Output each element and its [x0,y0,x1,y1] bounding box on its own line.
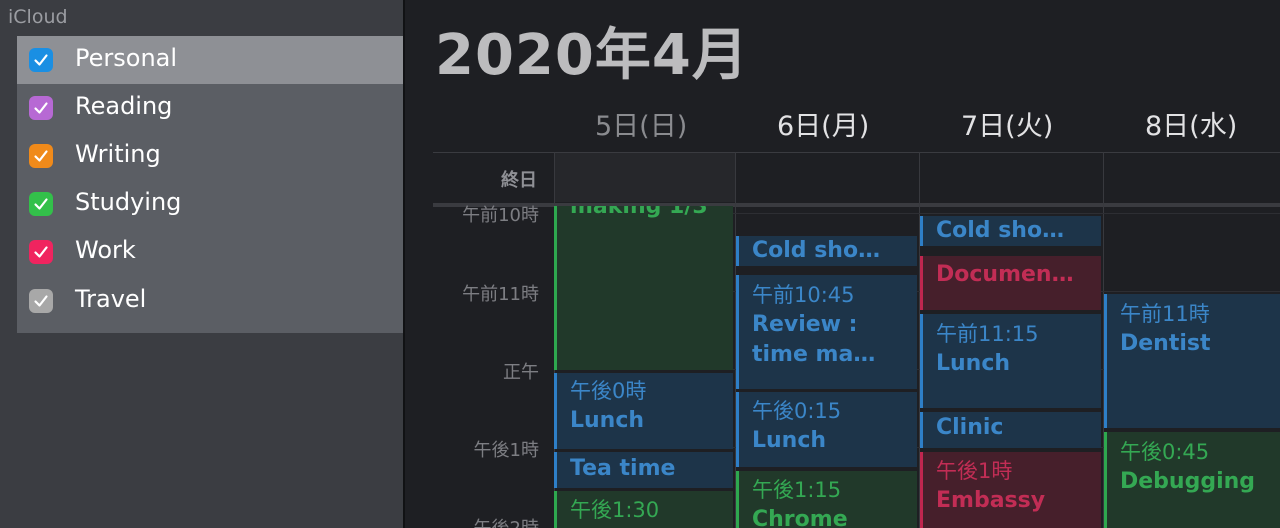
event-title: Lunch [570,408,645,433]
checkbox-checked-icon[interactable] [29,96,53,120]
month-title: 2020年4月 [435,23,749,88]
event-title: Chrome [752,507,848,528]
day-header-mon[interactable]: 6日(月) [777,104,869,143]
hour-label: 午後2時 [405,514,539,528]
event-block[interactable]: making 1/3 [554,206,733,370]
event-time: 午前11:15 [936,322,1039,346]
event-title: Tea time [570,456,676,481]
checkbox-checked-icon[interactable] [29,192,53,216]
checkbox-checked-icon[interactable] [29,144,53,168]
event-title-line2: time ma… [752,342,876,367]
calendar-item-reading[interactable]: Reading [17,84,403,132]
event-block[interactable]: 午前11時 Dentist [1104,294,1280,428]
calendar-item-label: Work [75,236,136,264]
calendar-item-label: Studying [75,188,182,216]
calendar-item-label: Writing [75,140,161,168]
event-title: Documen… [936,262,1074,287]
hour-label: 午前10時 [462,205,539,226]
calendar-item-studying[interactable]: Studying [17,180,403,228]
calendar-item-label: Reading [75,92,173,120]
event-title: Lunch [752,428,827,453]
event-title: making 1/3 [570,206,708,219]
event-block[interactable]: Tea time [554,452,733,488]
event-title: Embassy [936,488,1046,513]
event-title: Review : [752,312,858,337]
allday-row[interactable] [433,152,1280,207]
event-block[interactable]: 午後0:15 Lunch [736,392,917,467]
checkbox-checked-icon[interactable] [29,240,53,264]
calendar-item-writing[interactable]: Writing [17,132,403,180]
calendar-item-label: Personal [75,44,178,72]
calendar-item-label: Travel [75,285,147,313]
day-header-tue[interactable]: 7日(火) [961,104,1053,143]
event-time: 午前10:45 [752,283,855,307]
event-block[interactable]: 午前10:45 Review : time ma… [736,275,917,389]
hour-label: 午後1時 [473,440,539,461]
event-block[interactable]: 午後0:45 Debugging [1104,432,1280,528]
event-time: 午後0時 [570,379,647,403]
event-time: 午後1:30 [570,498,660,522]
day-header-wed[interactable]: 8日(水) [1145,104,1237,143]
checkbox-checked-icon[interactable] [29,289,53,313]
event-block[interactable]: 午前11:15 Lunch [920,314,1101,408]
event-time: 午後1:15 [752,478,842,502]
event-title: Cold sho… [752,238,881,263]
event-block[interactable]: Clinic [920,412,1101,448]
day-header-sun[interactable]: 5日(日) [595,104,687,143]
event-title: Clinic [936,415,1004,440]
event-block[interactable]: 午後0時 Lunch [554,373,733,449]
event-time: 午後1時 [936,459,1013,483]
event-block[interactable]: 午後1:30 [554,491,733,528]
hour-label: 午前11時 [462,284,539,305]
event-block[interactable]: Cold sho… [736,236,917,266]
event-title: Cold sho… [936,218,1065,243]
event-title: Dentist [1120,331,1211,356]
calendar-item-work[interactable]: Work [17,228,403,276]
calendar-item-personal[interactable]: Personal [17,36,403,84]
event-time: 午後0:15 [752,399,842,423]
hour-label: 正午 [503,362,539,383]
sidebar-section-title: iCloud [8,6,68,28]
event-title: Debugging [1120,469,1256,494]
event-time: 午前11時 [1120,302,1210,326]
checkbox-checked-icon[interactable] [29,48,53,72]
event-block[interactable]: 午後1時 Embassy [920,452,1101,528]
event-time: 午後0:45 [1120,440,1210,464]
event-block[interactable]: Documen… [920,256,1101,310]
calendar-item-travel[interactable]: Travel [17,277,403,325]
week-view: 2020年4月 5日(日) 6日(月) 7日(火) 8日(水) 終日 午前10時… [405,0,1280,528]
allday-label: 終日 [501,170,537,191]
event-block[interactable]: Cold sho… [920,216,1101,246]
sidebar: iCloud Personal Reading Writing Studying… [0,0,403,528]
event-block[interactable]: 午後1:15 Chrome [736,471,917,528]
event-title: Lunch [936,351,1011,376]
